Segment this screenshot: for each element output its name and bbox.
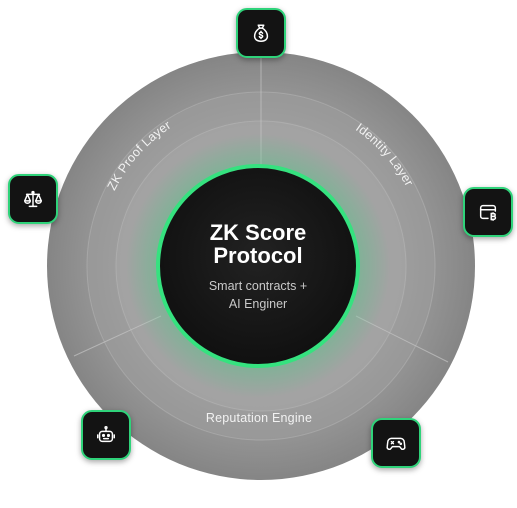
bitcoin-card-node[interactable] — [463, 187, 513, 237]
zk-score-diagram: ZK Score Protocol Smart contracts + AI E… — [0, 0, 517, 508]
core-title-line1: ZK Score — [210, 220, 307, 245]
bitcoin-card-icon — [479, 204, 497, 221]
balance-scale-node[interactable] — [8, 174, 58, 224]
core-title-line2: Protocol — [213, 243, 302, 268]
core-subtitle-line1: Smart contracts + — [209, 279, 307, 293]
layer-label-reputation: Reputation Engine — [206, 411, 312, 425]
gamepad-node[interactable] — [371, 418, 421, 468]
money-bag-icon — [253, 24, 269, 42]
robot-node[interactable] — [81, 410, 131, 460]
robot-icon — [97, 426, 115, 443]
core-subtitle-line2: AI Enginer — [229, 297, 287, 311]
protocol-ring-diagram: ZK Score Protocol Smart contracts + AI E… — [47, 52, 475, 480]
balance-scale-icon — [24, 190, 42, 208]
money-bag-node[interactable] — [236, 8, 286, 58]
gamepad-icon — [386, 437, 406, 450]
